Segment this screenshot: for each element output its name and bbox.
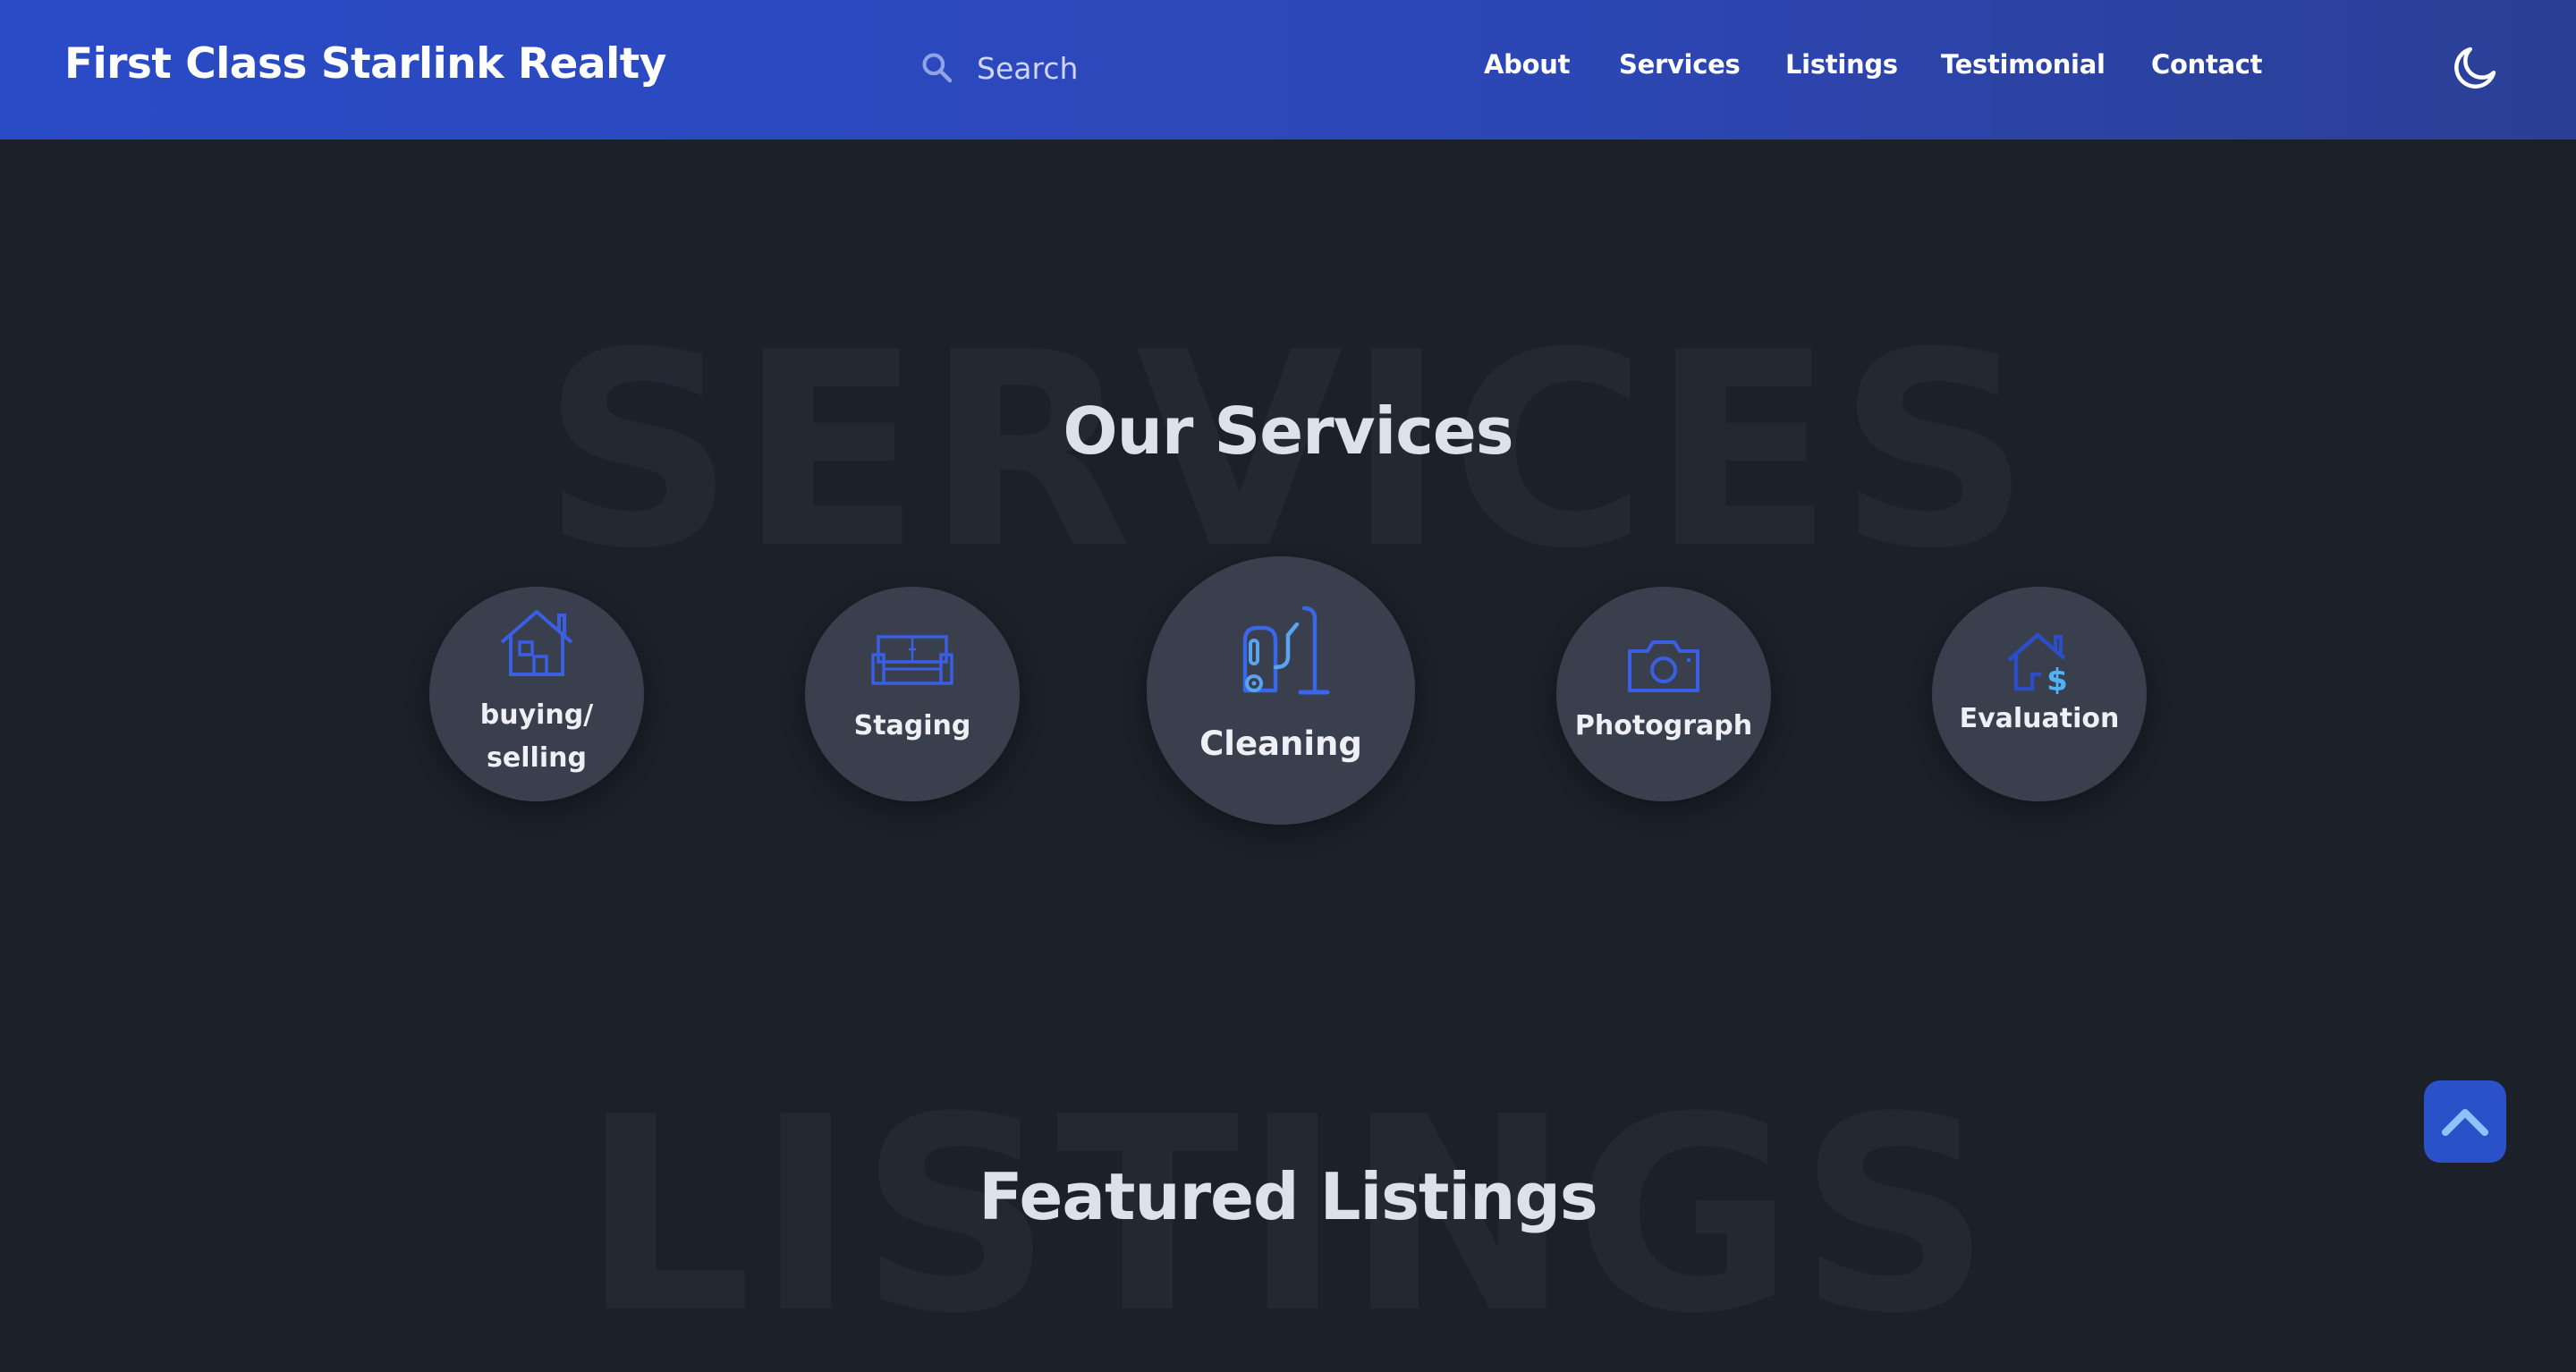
nav-link-services[interactable]: Services [1619, 49, 1741, 80]
service-label: Photograph [1574, 710, 1753, 741]
navbar: First Class Starlink Realty About Servic… [0, 0, 2576, 140]
nav-link-testimonial[interactable]: Testimonial [1941, 49, 2106, 80]
services-title: Our Services [1063, 394, 1513, 469]
svg-text:$: $ [2046, 663, 2068, 694]
nav-link-about[interactable]: About [1484, 49, 1570, 80]
service-label-line2: selling [487, 742, 587, 774]
house-dollar-icon: $ [2007, 632, 2068, 694]
search-bar [912, 43, 1288, 93]
sofa-icon [871, 635, 953, 685]
scroll-to-top-button[interactable] [2424, 1080, 2506, 1163]
house-icon [500, 610, 573, 676]
service-label: Evaluation [1959, 703, 2120, 734]
search-input[interactable] [975, 45, 1283, 91]
service-buying-selling[interactable]: buying/ selling [429, 587, 644, 801]
search-icon [922, 53, 953, 83]
service-label: Staging [853, 710, 971, 741]
moon-icon[interactable] [2449, 40, 2503, 94]
service-label: Cleaning [1199, 724, 1362, 763]
service-label-line1: buying/ [479, 699, 594, 731]
vacuum-icon [1242, 606, 1330, 695]
service-cleaning[interactable]: Cleaning [1147, 556, 1415, 825]
nav-link-contact[interactable]: Contact [2151, 49, 2263, 80]
nav-link-listings[interactable]: Listings [1785, 49, 1898, 80]
service-photograph[interactable]: Photograph [1556, 587, 1771, 801]
chevron-up-icon [2442, 1109, 2488, 1136]
service-staging[interactable]: Staging [805, 587, 1020, 801]
listings-title: Featured Listings [979, 1159, 1597, 1234]
service-evaluation[interactable]: $ Evaluation [1932, 587, 2147, 801]
camera-icon [1628, 640, 1699, 692]
brand-logo[interactable]: First Class Starlink Realty [64, 39, 666, 89]
